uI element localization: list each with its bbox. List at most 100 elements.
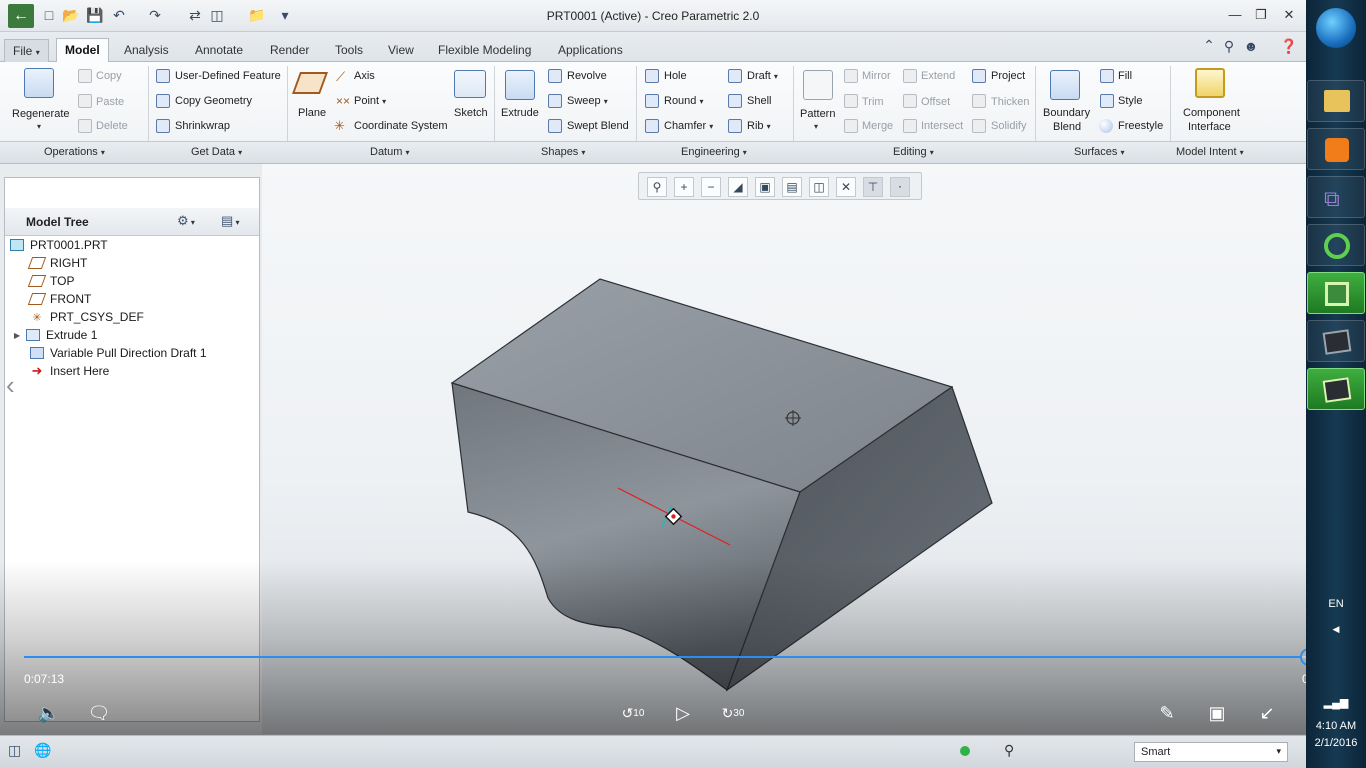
selection-filter[interactable]: Smart ▾ <box>1134 742 1288 762</box>
group-surfaces[interactable]: Surfaces ▾ <box>1074 146 1125 158</box>
tab-view[interactable]: View <box>380 39 422 62</box>
extrude-button[interactable]: Extrude <box>501 107 539 119</box>
play-icon[interactable]: ▷ <box>670 700 696 726</box>
display-style-icon[interactable]: ▣ <box>755 177 775 197</box>
hole-button[interactable]: Hole <box>664 70 687 82</box>
refit-icon[interactable]: ⚲ <box>647 177 667 197</box>
volume-icon[interactable]: 🔈 <box>36 700 62 726</box>
regenerate-dropdown-icon[interactable]: ▾ <box>37 122 41 131</box>
filter-dropdown-icon[interactable]: ▾ <box>1276 746 1281 757</box>
zoom-in-icon[interactable]: + <box>674 177 694 197</box>
merge-button[interactable]: Merge <box>862 120 893 132</box>
sweep-button[interactable]: Sweep ▾ <box>567 95 608 107</box>
thicken-button[interactable]: Thicken <box>991 96 1030 108</box>
group-editing[interactable]: Editing ▾ <box>893 146 934 158</box>
axis-button[interactable]: Axis <box>354 70 375 82</box>
find-icon[interactable]: ⚲ <box>1004 742 1014 759</box>
tree-item-csys[interactable]: ✳ PRT_CSYS_DEF <box>30 308 143 326</box>
tree-item-right[interactable]: RIGHT <box>27 254 87 272</box>
captions-icon[interactable]: 🗨 <box>86 700 112 726</box>
chamfer-button[interactable]: Chamfer ▾ <box>664 120 713 132</box>
copy-button[interactable]: Copy <box>96 70 122 82</box>
udf-button[interactable]: User-Defined Feature <box>175 70 281 82</box>
exit-fullscreen-icon[interactable]: ↙ <box>1254 700 1280 726</box>
freestyle-button[interactable]: Freestyle <box>1118 120 1163 132</box>
group-datum[interactable]: Datum ▾ <box>370 146 409 158</box>
coordinate-system-button[interactable]: Coordinate System <box>354 120 448 132</box>
style-button[interactable]: Style <box>1118 95 1142 107</box>
sketch-button[interactable]: Sketch <box>454 107 488 119</box>
tab-analysis[interactable]: Analysis <box>116 39 177 62</box>
shell-button[interactable]: Shell <box>747 95 771 107</box>
mini-player-icon[interactable]: ▣ <box>1204 700 1230 726</box>
fill-button[interactable]: Fill <box>1118 70 1132 82</box>
help-icon[interactable]: ❓ <box>1280 37 1298 55</box>
solidify-button[interactable]: Solidify <box>991 120 1026 132</box>
offset-button[interactable]: Offset <box>921 96 950 108</box>
forward-button[interactable]: ↻ 30 <box>720 700 746 726</box>
tree-item-front[interactable]: FRONT <box>27 290 91 308</box>
group-model-intent[interactable]: Model Intent ▾ <box>1176 146 1244 158</box>
draft-button[interactable]: Draft ▾ <box>747 70 778 82</box>
paste-button[interactable]: Paste <box>96 96 124 108</box>
zoom-out-icon[interactable]: − <box>701 177 721 197</box>
rib-button[interactable]: Rib ▾ <box>747 120 771 132</box>
pattern-dropdown-icon[interactable]: ▾ <box>814 122 818 131</box>
swept-blend-button[interactable]: Swept Blend <box>567 120 629 132</box>
round-button[interactable]: Round ▾ <box>664 95 704 107</box>
clock-date[interactable]: 2/1/2016 <box>1306 737 1366 749</box>
taskbar-app-dark[interactable] <box>1307 320 1365 362</box>
project-button[interactable]: Project <box>991 70 1025 82</box>
tree-settings-icon[interactable]: ⚙ ▾ <box>177 213 195 229</box>
restore-icon[interactable]: ❐ <box>1250 7 1272 23</box>
collapse-ribbon-icon[interactable]: ⌃ <box>1200 36 1218 54</box>
component-interface-button[interactable]: Component <box>1183 107 1240 119</box>
expand-icon[interactable]: ▶ <box>14 331 26 340</box>
copy-geometry-button[interactable]: Copy Geometry <box>175 95 252 107</box>
extend-button[interactable]: Extend <box>921 70 955 82</box>
tab-model[interactable]: Model <box>56 38 109 63</box>
taskbar-media-player[interactable] <box>1307 128 1365 170</box>
boundary-blend-button-line2[interactable]: Blend <box>1053 121 1081 133</box>
browser-toggle-icon[interactable]: 🌐 <box>34 742 51 759</box>
tab-annotate[interactable]: Annotate <box>187 39 251 62</box>
tree-item-extrude[interactable]: ▶ Extrude 1 <box>14 326 97 344</box>
rewind-button[interactable]: ↺ 10 <box>620 700 646 726</box>
repaint-icon[interactable]: ◢ <box>728 177 748 197</box>
plane-button[interactable]: Plane <box>298 107 326 119</box>
boundary-blend-button[interactable]: Boundary <box>1043 107 1090 119</box>
tree-item-part[interactable]: PRT0001.PRT <box>10 236 108 254</box>
taskbar-app-green[interactable] <box>1307 224 1365 266</box>
group-operations[interactable]: Operations ▾ <box>44 146 105 158</box>
community-icon[interactable]: ☻ <box>1242 37 1260 55</box>
delete-button[interactable]: Delete <box>96 120 128 132</box>
group-get-data[interactable]: Get Data ▾ <box>191 146 242 158</box>
tab-render[interactable]: Render <box>262 39 317 62</box>
group-shapes[interactable]: Shapes ▾ <box>541 146 585 158</box>
language-indicator[interactable]: EN <box>1306 598 1366 610</box>
tree-toggle-icon[interactable]: ◫ <box>8 742 21 759</box>
group-engineering[interactable]: Engineering ▾ <box>681 146 747 158</box>
tab-flexible-modeling[interactable]: Flexible Modeling <box>430 39 539 62</box>
progress-track[interactable] <box>24 656 1308 658</box>
tree-item-draft[interactable]: Variable Pull Direction Draft 1 <box>30 344 207 362</box>
tab-file[interactable]: File ▾ <box>4 39 49 62</box>
saved-orientations-icon[interactable]: ▤ <box>782 177 802 197</box>
shrinkwrap-button[interactable]: Shrinkwrap <box>175 120 230 132</box>
network-icon[interactable]: ▂▄▆ <box>1306 696 1366 709</box>
point-button[interactable]: Point ▾ <box>354 95 386 107</box>
taskbar-creo-2[interactable] <box>1307 368 1365 410</box>
mirror-button[interactable]: Mirror <box>862 70 891 82</box>
spin-center-icon[interactable]: ⋅ <box>890 177 910 197</box>
taskbar-explorer[interactable] <box>1307 80 1365 122</box>
tab-applications[interactable]: Applications <box>550 39 631 62</box>
tree-item-insert-here[interactable]: ➜ Insert Here <box>30 362 110 380</box>
taskbar-creo[interactable] <box>1307 272 1365 314</box>
tray-expand-icon[interactable]: ◀ <box>1306 624 1366 635</box>
pattern-button[interactable]: Pattern <box>800 108 835 120</box>
start-button[interactable] <box>1316 8 1356 48</box>
taskbar-visual-studio[interactable]: ⧉ <box>1307 176 1365 218</box>
search-icon[interactable]: ⚲ <box>1220 37 1238 55</box>
view-manager-icon[interactable]: ◫ <box>809 177 829 197</box>
component-interface-button-line2[interactable]: Interface <box>1188 121 1231 133</box>
